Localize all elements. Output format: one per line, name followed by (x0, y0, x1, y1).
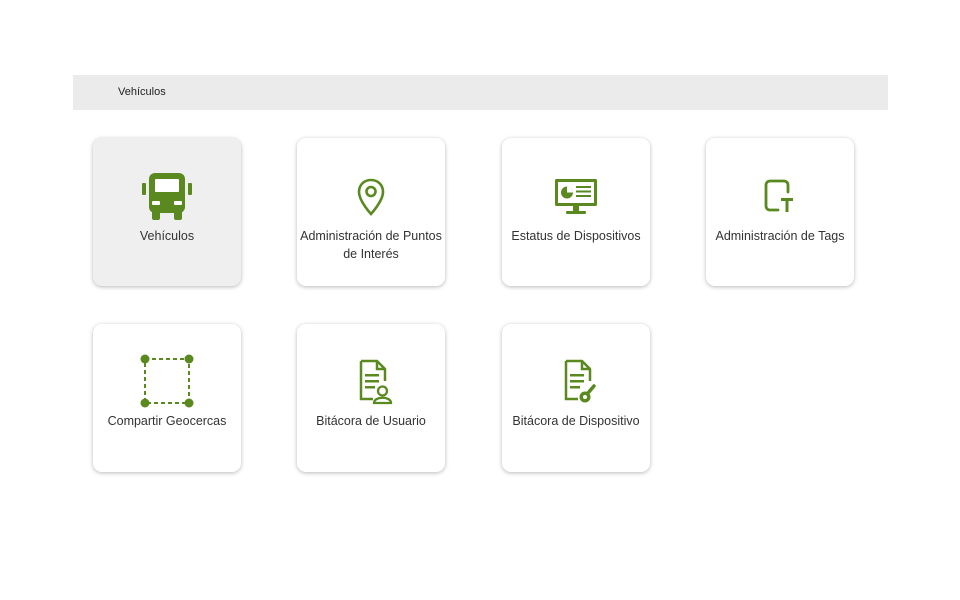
tile-administracion-tags[interactable]: Administración de Tags (706, 138, 854, 286)
tile-label: Administración de Tags (715, 229, 845, 243)
user-log-icon (349, 359, 393, 405)
geofence-icon (140, 354, 194, 408)
tile-puntos-interes[interactable]: Administración de Puntos de Interés (297, 138, 445, 286)
breadcrumb-current: Vehículos (118, 86, 166, 98)
tile-compartir-geocercas[interactable]: Compartir Geocercas (93, 324, 241, 472)
tile-label: Vehículos (139, 229, 195, 243)
tile-label: Compartir Geocercas (107, 414, 227, 428)
location-pin-icon (357, 178, 385, 216)
monitor-chart-icon (554, 178, 598, 216)
tile-label: Administración de Puntos de Interés (300, 229, 442, 261)
tile-vehiculos[interactable]: Vehículos (93, 138, 241, 286)
tag-icon (762, 178, 798, 216)
tile-bitacora-dispositivo[interactable]: Bitácora de Dispositivo (502, 324, 650, 472)
bus-icon (142, 173, 192, 221)
tile-label: Bitácora de Dispositivo (512, 414, 640, 428)
tile-label: Bitácora de Usuario (316, 414, 426, 428)
breadcrumb: Vehículos (73, 75, 888, 110)
device-log-icon (554, 359, 598, 405)
tile-bitacora-usuario[interactable]: Bitácora de Usuario (297, 324, 445, 472)
tile-estatus-dispositivos[interactable]: Estatus de Dispositivos (502, 138, 650, 286)
tile-label: Estatus de Dispositivos (511, 229, 641, 243)
